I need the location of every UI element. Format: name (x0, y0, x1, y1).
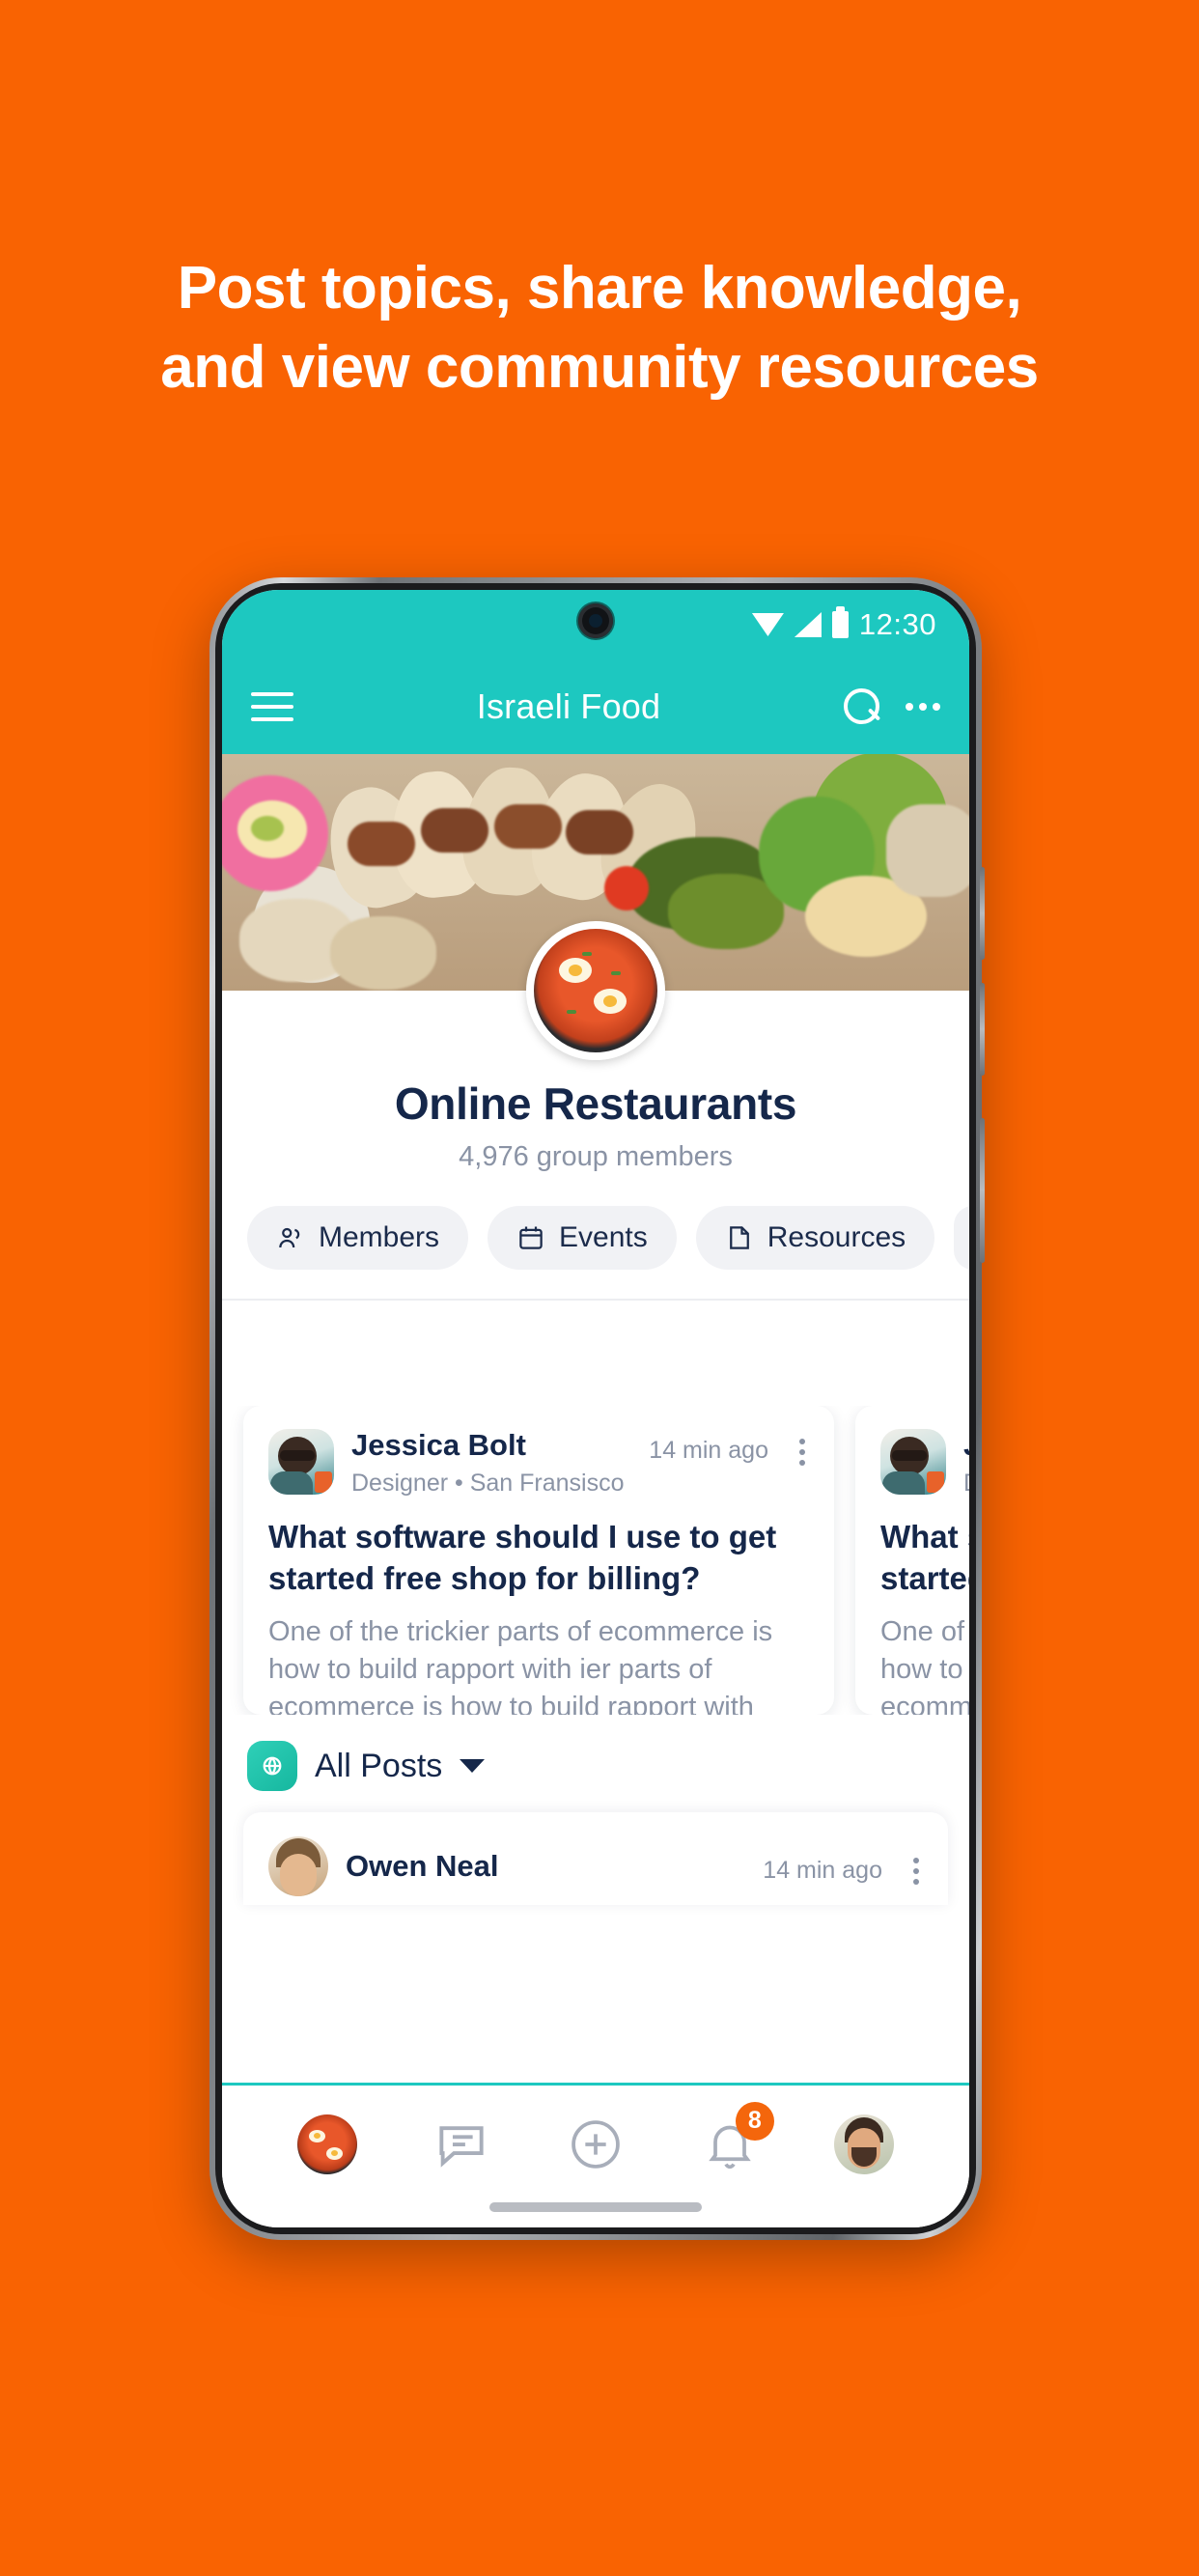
signal-icon (794, 612, 822, 637)
chip-members[interactable]: Members (247, 1206, 469, 1270)
hamburger-menu-icon[interactable] (251, 692, 293, 721)
post-title: What software should I use to get starte… (268, 1519, 777, 1596)
app-bar: Israeli Food (222, 659, 969, 754)
nav-group-home[interactable] (289, 2106, 366, 2183)
front-camera-icon (578, 603, 613, 638)
post-card[interactable]: Jessica Bolt Designer • San Fransisco 14… (243, 1406, 834, 1715)
more-options-icon[interactable] (906, 703, 940, 711)
search-icon[interactable] (844, 688, 880, 725)
avatar[interactable] (880, 1429, 946, 1495)
phone-mockup: 12:30 Israeli Food Online Restaurants 4,… (209, 577, 985, 2240)
phone-button-volume-up[interactable] (980, 867, 985, 960)
bottom-navigation: 8 (222, 2083, 969, 2227)
post-author: Owen Neal (346, 1848, 499, 1883)
post-body-text: One of the trickier parts of ecommerce i… (880, 1615, 969, 1715)
post-author-meta: Designer • San Fransisco (963, 1462, 969, 1498)
posts-filter-label: All Posts (315, 1747, 443, 1784)
phone-button-power[interactable] (980, 1118, 985, 1263)
calendar-icon (519, 1226, 543, 1249)
chip-more[interactable] (954, 1206, 969, 1270)
post-body: One of the trickier parts of ecommerce i… (268, 1600, 809, 1715)
battery-icon (831, 606, 849, 638)
kebab-menu-icon[interactable] (786, 1429, 809, 1466)
nav-create[interactable] (557, 2106, 634, 2183)
user-avatar-icon (833, 2114, 894, 2174)
nav-notifications[interactable]: 8 (691, 2101, 774, 2183)
page-title: Post topics, share knowledge, and view c… (160, 255, 1039, 401)
document-icon (729, 1226, 749, 1249)
status-time: 12:30 (858, 607, 936, 641)
post-card-next[interactable]: Owen Neal 14 min ago (243, 1812, 948, 1905)
posts-filter[interactable]: All Posts (222, 1741, 969, 1791)
post-author-meta: Designer • San Fransisco (351, 1470, 625, 1498)
chevron-down-icon[interactable] (460, 1759, 486, 1773)
post-time: 14 min ago (649, 1437, 768, 1464)
post-title: What software should I use to get starte… (880, 1519, 969, 1596)
section-divider (222, 1299, 969, 1301)
chip-resources[interactable]: Resources (695, 1206, 935, 1270)
people-icon (279, 1227, 300, 1248)
chat-bubble-icon (439, 2125, 484, 2168)
post-body: One of the trickier parts of ecommerce i… (880, 1600, 969, 1715)
wifi-icon (751, 613, 784, 636)
group-dish-icon (297, 2114, 358, 2174)
group-profile: Online Restaurants 4,976 group members M… (222, 921, 969, 1301)
group-avatar[interactable] (526, 921, 665, 1060)
phone-screen: 12:30 Israeli Food Online Restaurants 4,… (222, 590, 969, 2227)
app-bar-title: Israeli Food (476, 686, 661, 726)
status-bar: 12:30 (222, 590, 969, 659)
avatar[interactable] (268, 1429, 334, 1495)
home-indicator (489, 2202, 702, 2212)
plus-circle-icon (572, 2119, 620, 2169)
nav-messages[interactable] (423, 2106, 500, 2183)
post-author: Jessica Bolt (351, 1428, 526, 1462)
group-action-chips: Members Events Resources (222, 1173, 969, 1299)
globe-icon (247, 1741, 297, 1791)
chip-events[interactable]: Events (488, 1206, 677, 1270)
post-author: Jessica Bolt (963, 1428, 969, 1462)
nav-profile[interactable] (825, 2106, 903, 2183)
chip-events-label: Events (559, 1221, 648, 1253)
group-member-count: 4,976 group members (459, 1141, 733, 1172)
chip-resources-label: Resources (767, 1221, 906, 1253)
phone-button-volume-down[interactable] (980, 983, 985, 1076)
post-body-text: One of the trickier parts of ecommerce i… (268, 1615, 773, 1715)
kebab-menu-icon[interactable] (900, 1848, 923, 1885)
avatar[interactable] (268, 1836, 328, 1896)
posts-carousel[interactable]: Jessica Bolt Designer • San Fransisco 14… (222, 1406, 969, 1715)
chip-members-label: Members (319, 1221, 440, 1253)
post-card[interactable]: Jessica Bolt Designer • San Fransisco 14… (855, 1406, 969, 1715)
post-time: 14 min ago (763, 1856, 882, 1884)
notification-badge: 8 (735, 2101, 774, 2141)
